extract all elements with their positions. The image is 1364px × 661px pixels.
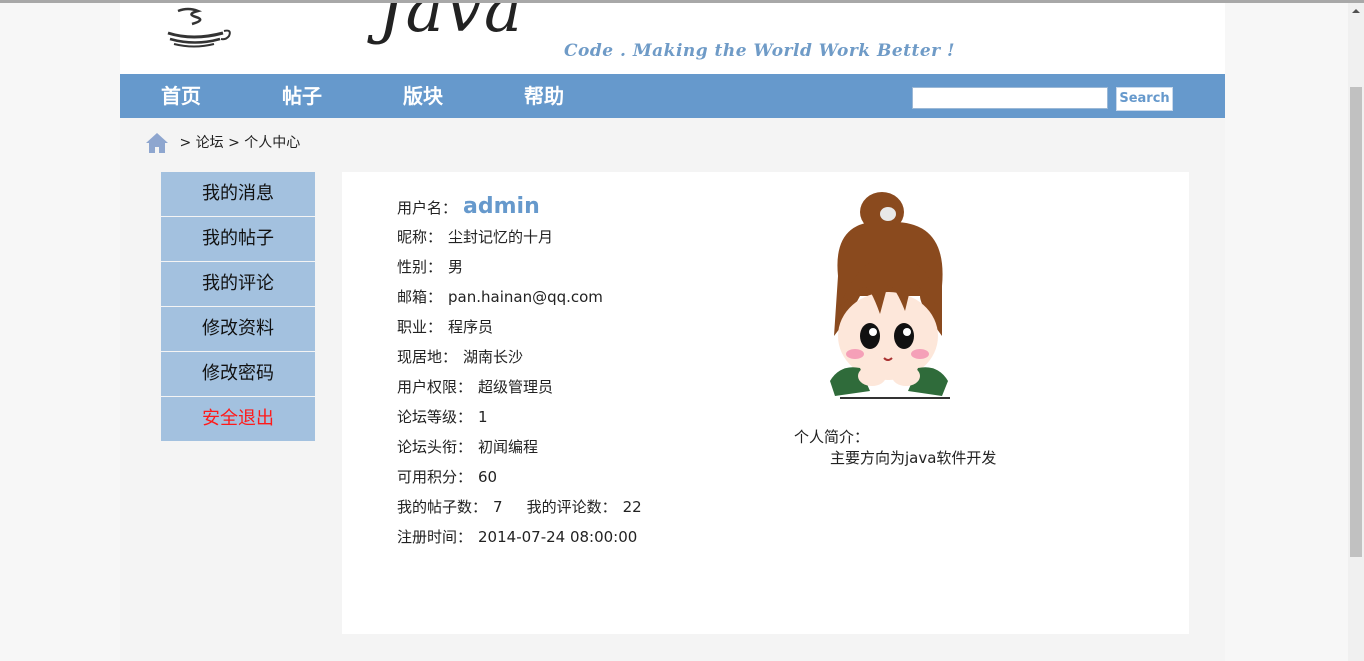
gender-label: 性别： [397,258,443,276]
comments-count-value: 22 [622,498,642,516]
profile-row-role: 用户权限： 超级管理员 [397,372,642,402]
profile-row-username: 用户名： admin [397,192,642,222]
profile-row-title: 论坛头衔： 初闻编程 [397,432,642,462]
home-icon[interactable] [145,132,169,154]
java-wordmark: Java [378,3,525,47]
bio-text: 主要方向为java软件开发 [830,449,997,467]
username-value: admin [463,194,540,219]
location-value: 湖南长沙 [463,348,524,366]
breadcrumb-separator: > [228,135,240,151]
sidebar-item-change-password[interactable]: 修改密码 [161,352,315,396]
main-nav: 首页 帖子 版块 帮助 Search [120,74,1225,118]
avatar [830,192,950,399]
search-input[interactable] [912,87,1108,109]
posts-count-label: 我的帖子数： [397,498,488,516]
registered-value: 2014-07-24 08:00:00 [478,528,638,546]
profile-row-registered: 注册时间： 2014-07-24 08:00:00 [397,522,642,552]
email-label: 邮箱： [397,288,443,306]
java-cup-logo [167,7,231,48]
nav-posts[interactable]: 帖子 [282,74,322,118]
sidebar-item-my-comments[interactable]: 我的评论 [161,262,315,306]
profile-info: 用户名： admin 昵称： 尘封记忆的十月 性别： 男 邮箱： pan.hainan@… [397,192,642,552]
posts-count-value: 7 [493,498,503,516]
nickname-value: 尘封记忆的十月 [448,228,554,246]
sidebar-item-logout[interactable]: 安全退出 [161,397,315,441]
nickname-label: 昵称： [397,228,443,246]
email-value: pan.hainan@qq.com [448,288,603,306]
profile-panel: 用户名： admin 昵称： 尘封记忆的十月 性别： 男 邮箱： pan.hainan@… [342,172,1189,634]
profile-row-nickname: 昵称： 尘封记忆的十月 [397,222,642,252]
nav-help[interactable]: 帮助 [524,74,564,118]
search-button[interactable]: Search [1116,87,1173,111]
profile-row-counts: 我的帖子数： 7 我的评论数： 22 [397,492,642,522]
job-value: 程序员 [448,318,494,336]
username-label: 用户名： [397,199,458,217]
level-value: 1 [478,408,488,426]
profile-row-email: 邮箱： pan.hainan@qq.com [397,282,642,312]
forum-title-label: 论坛头衔： [397,438,473,456]
nav-home[interactable]: 首页 [161,74,201,118]
sidebar-item-messages[interactable]: 我的消息 [161,172,315,216]
page: Java Code . Making the World Work Better… [0,0,1364,661]
location-label: 现居地： [397,348,458,366]
content-area: > 论坛 > 个人中心 我的消息 我的帖子 我的评论 修改资料 修改密码 安全退… [120,118,1225,661]
breadcrumb: > 论坛 > 个人中心 [145,132,300,154]
profile-row-job: 职业： 程序员 [397,312,642,342]
breadcrumb-separator: > [179,135,192,151]
bio-label: 个人简介： [794,428,870,446]
comments-count-label: 我的评论数： [526,498,617,516]
registered-label: 注册时间： [397,528,473,546]
breadcrumb-current: 个人中心 [244,135,301,151]
page-margin-right [1225,3,1348,661]
sidebar-item-edit-profile[interactable]: 修改资料 [161,307,315,351]
gender-value: 男 [448,258,464,276]
scroll-up-arrow-icon[interactable] [1348,3,1364,19]
points-value: 60 [478,468,498,486]
points-label: 可用积分： [397,468,473,486]
level-label: 论坛等级： [397,408,473,426]
role-label: 用户权限： [397,378,473,396]
profile-row-points: 可用积分： 60 [397,462,642,492]
breadcrumb-forum[interactable]: 论坛 [196,135,224,151]
job-label: 职业： [397,318,443,336]
profile-row-level: 论坛等级： 1 [397,402,642,432]
page-margin-left [0,3,120,661]
header-banner: Java Code . Making the World Work Better… [120,3,1225,74]
profile-row-gender: 性别： 男 [397,252,642,282]
header-slogan: Code . Making the World Work Better ! [564,41,956,61]
sidebar-item-my-posts[interactable]: 我的帖子 [161,217,315,261]
nav-boards[interactable]: 版块 [403,74,443,118]
role-value: 超级管理员 [478,378,554,396]
sidebar-menu: 我的消息 我的帖子 我的评论 修改资料 修改密码 安全退出 [161,172,315,442]
scrollbar-thumb[interactable] [1350,87,1362,557]
forum-title-value: 初闻编程 [478,438,539,456]
profile-row-location: 现居地： 湖南长沙 [397,342,642,372]
page-scrollbar[interactable] [1348,3,1364,661]
